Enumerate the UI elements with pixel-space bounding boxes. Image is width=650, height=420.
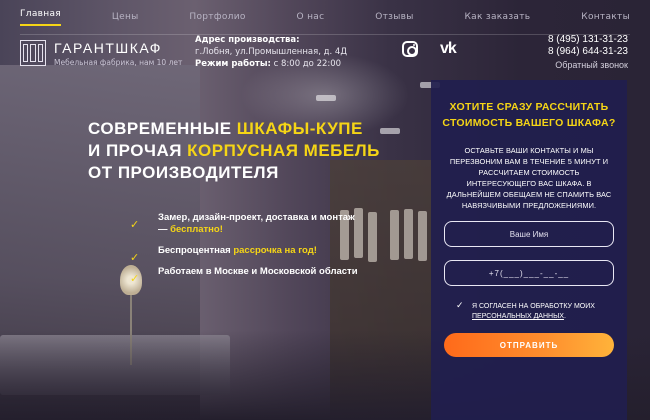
contacts: 8 (495) 131-31-23 8 (964) 644-31-23 Обра… — [548, 34, 628, 71]
vk-icon[interactable]: vk — [440, 40, 457, 58]
address-label: Адрес производства: — [195, 35, 300, 45]
privacy-link[interactable]: ПЕРСОНАЛЬНЫХ ДАННЫХ — [472, 313, 564, 320]
nav-item-how-to-order[interactable]: Как заказать — [464, 12, 530, 22]
social-links: vk — [402, 40, 457, 58]
list-item: Беспроцентная рассрочка на год! — [130, 245, 360, 257]
list-item: Замер, дизайн-проект, доставка и монтаж … — [130, 212, 360, 236]
submit-button[interactable]: ОТПРАВИТЬ — [444, 333, 614, 357]
nav-item-prices[interactable]: Цены — [112, 12, 139, 22]
hours-value: с 8:00 до 22:00 — [273, 59, 342, 69]
nav-item-about[interactable]: О нас — [297, 12, 325, 22]
check-icon — [130, 246, 140, 256]
name-input[interactable] — [444, 221, 614, 247]
logo-subtitle: Мебельная фабрика, нам 10 лет — [54, 58, 183, 67]
form-description: ОСТАВЬТЕ ВАШИ КОНТАКТЫ И МЫ ПЕРЕЗВОНИМ В… — [446, 146, 612, 210]
wardrobe-logo-icon — [20, 40, 46, 66]
hero: СОВРЕМЕННЫЕ ШКАФЫ-КУПЕ И ПРОЧАЯ КОРПУСНА… — [88, 118, 418, 184]
hours-label: Режим работы: — [195, 59, 271, 69]
header: ГАРАНТШКАФ Мебельная фабрика, нам 10 лет… — [0, 34, 650, 80]
hero-title: СОВРЕМЕННЫЕ ШКАФЫ-КУПЕ И ПРОЧАЯ КОРПУСНА… — [88, 119, 380, 182]
phone-input[interactable] — [444, 260, 614, 286]
phone-2[interactable]: 8 (964) 644-31-23 — [548, 46, 628, 58]
list-item: Работаем в Москве и Московской области — [130, 266, 360, 278]
check-icon — [130, 267, 140, 277]
phone-1[interactable]: 8 (495) 131-31-23 — [548, 34, 628, 46]
consent-text: Я СОГЛАСЕН НА ОБРАБОТКУ МОИХ — [472, 303, 595, 310]
address-value: г.Лобня, ул.Промышленная, д. 4Д — [195, 47, 347, 57]
nav-item-home[interactable]: Главная — [20, 9, 61, 26]
consent-checkbox[interactable] — [456, 300, 464, 310]
consent-checkbox-row[interactable]: Я СОГЛАСЕН НА ОБРАБОТКУ МОИХ ПЕРСОНАЛЬНЫ… — [456, 300, 617, 322]
nav-item-contacts[interactable]: Контакты — [581, 12, 630, 22]
form-title: ХОТИТЕ СРАЗУ РАССЧИТАТЬ СТОИМОСТЬ ВАШЕГО… — [442, 101, 616, 129]
nav-item-reviews[interactable]: Отзывы — [375, 12, 413, 22]
benefits-list: Замер, дизайн-проект, доставка и монтаж … — [130, 212, 360, 287]
instagram-icon[interactable] — [402, 41, 418, 57]
top-navigation: Главная Цены Портфолио О нас Отзывы Как … — [0, 0, 650, 34]
logo[interactable]: ГАРАНТШКАФ Мебельная фабрика, нам 10 лет — [20, 40, 182, 67]
logo-title: ГАРАНТШКАФ — [54, 40, 162, 56]
address-block: Адрес производства: г.Лобня, ул.Промышле… — [195, 34, 347, 70]
callback-form-panel: ХОТИТЕ СРАЗУ РАССЧИТАТЬ СТОИМОСТЬ ВАШЕГО… — [431, 80, 627, 420]
check-icon — [130, 213, 140, 223]
callback-link[interactable]: Обратный звонок — [548, 59, 628, 71]
nav-item-portfolio[interactable]: Портфолио — [189, 12, 245, 22]
